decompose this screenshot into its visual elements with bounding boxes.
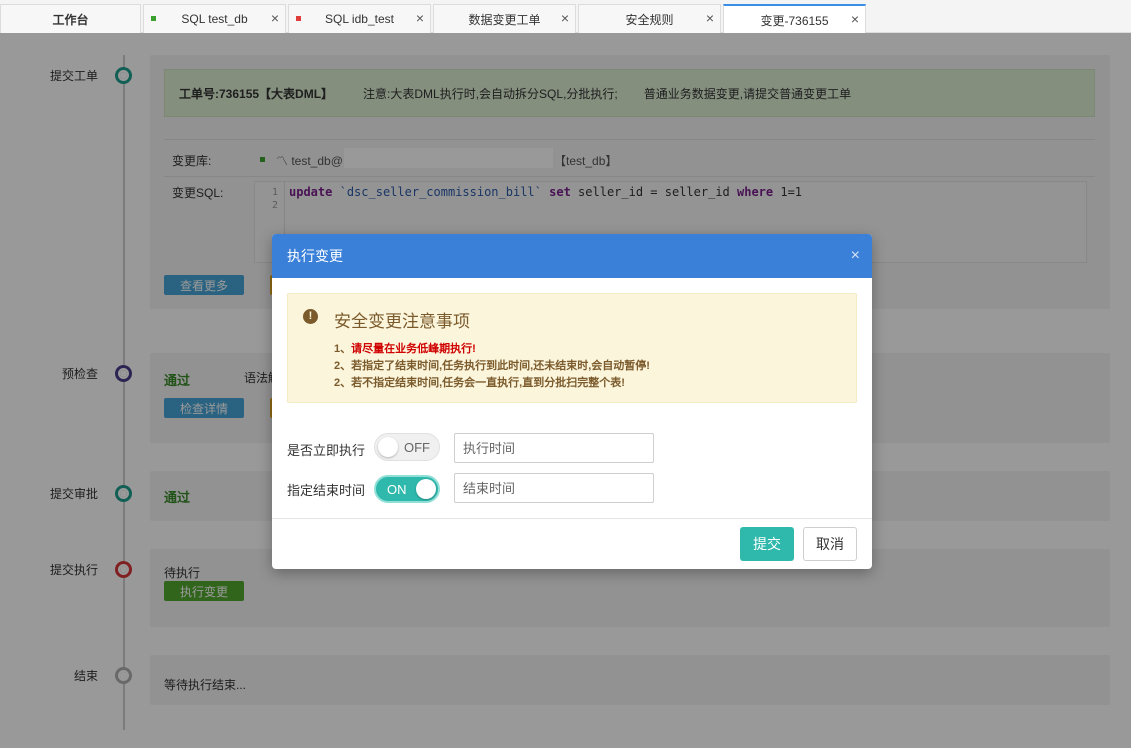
tab-label: 工作台 — [52, 12, 89, 27]
tab-label: 变更-736155 — [760, 13, 829, 28]
dialog-divider — [272, 518, 872, 519]
dialog-header: 执行变更 × — [272, 234, 872, 278]
tab-sql-test-db[interactable]: SQL test_db × — [143, 4, 286, 33]
tab-security-rules[interactable]: 安全规则 × — [578, 4, 721, 33]
end-time-toggle[interactable]: ON — [374, 475, 440, 503]
immediate-exec-label: 是否立即执行 — [287, 443, 366, 458]
end-time-label: 指定结束时间 — [287, 483, 366, 498]
submit-button[interactable]: 提交 — [740, 527, 794, 561]
toggle-state: ON — [387, 482, 407, 497]
notice-line-2: 2、若指定了结束时间,任务执行到此时间,还未结束时,会自动暂停! — [334, 360, 650, 372]
end-time-input[interactable] — [454, 473, 654, 503]
close-icon[interactable]: × — [561, 11, 569, 25]
close-icon[interactable]: × — [851, 248, 860, 264]
notice-line-3: 2、若不指定结束时间,任务会一直执行,直到分批扫完整个表! — [334, 377, 625, 389]
status-dot-icon — [296, 16, 301, 21]
tab-label: 数据变更工单 — [468, 12, 541, 27]
exclamation-icon: ! — [303, 309, 318, 324]
tab-data-change-orders[interactable]: 数据变更工单 × — [433, 4, 576, 33]
notice-emphasis: 请尽量在业务低峰期执行! — [351, 343, 476, 355]
tab-label: SQL idb_test — [325, 12, 394, 26]
close-icon[interactable]: × — [416, 11, 424, 25]
tab-workbench[interactable]: 工作台 — [0, 4, 141, 33]
exec-time-input[interactable] — [454, 433, 654, 463]
tab-change-736155[interactable]: 变更-736155 × — [723, 4, 866, 34]
execute-change-dialog: 执行变更 × ! 安全变更注意事项 1、请尽量在业务低峰期执行! 2、若指定了结… — [272, 234, 872, 569]
notice-line-1: 1、请尽量在业务低峰期执行! — [334, 340, 476, 356]
toggle-state: OFF — [404, 440, 430, 455]
tab-label: 安全规则 — [625, 12, 674, 27]
close-icon[interactable]: × — [706, 11, 714, 25]
dialog-title: 执行变更 — [287, 248, 343, 264]
tab-label: SQL test_db — [181, 12, 248, 26]
status-dot-icon — [151, 16, 156, 21]
tab-sql-idb-test[interactable]: SQL idb_test × — [288, 4, 431, 33]
immediate-exec-toggle[interactable]: OFF — [374, 433, 440, 461]
close-icon[interactable]: × — [851, 12, 859, 26]
tab-bar: 工作台 SQL test_db × SQL idb_test × 数据变更工单 … — [0, 0, 1131, 34]
toggle-knob — [416, 479, 436, 499]
notice-title: 安全变更注意事项 — [334, 312, 470, 331]
cancel-button[interactable]: 取消 — [803, 527, 857, 561]
safety-notice: ! 安全变更注意事项 1、请尽量在业务低峰期执行! 2、若指定了结束时间,任务执… — [287, 293, 857, 403]
toggle-knob — [378, 437, 398, 457]
close-icon[interactable]: × — [271, 11, 279, 25]
notice-index: 1、 — [334, 343, 352, 355]
